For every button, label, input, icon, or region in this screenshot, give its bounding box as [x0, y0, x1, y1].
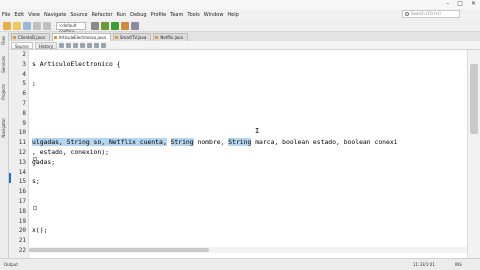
side-panel-tabs: Files Services Projects Navigator	[0, 32, 9, 258]
editor-subtabs: Source History	[9, 41, 480, 50]
window-controls: – □ ✕	[446, 0, 476, 7]
text-cursor-icon: I	[255, 127, 260, 135]
search-icon	[405, 12, 409, 16]
minimize-icon[interactable]: –	[446, 0, 449, 7]
menu-edit[interactable]: Edit	[14, 12, 24, 18]
search-placeholder: Search (Ctrl+I)	[411, 11, 441, 16]
line-number: 11	[18, 139, 26, 147]
run-icon[interactable]	[111, 21, 119, 30]
line-number: 3	[22, 60, 26, 68]
config-select[interactable]: <default config>	[56, 21, 86, 34]
menu-profile[interactable]: Profile	[151, 12, 167, 18]
output-label[interactable]: Output	[4, 262, 18, 267]
line-number: 22	[18, 247, 26, 254]
clean-build-icon[interactable]	[101, 21, 109, 30]
file-tab-articuloelectronico[interactable]: ArticuloElectronico.java	[51, 33, 111, 41]
new-project-icon[interactable]	[3, 21, 11, 30]
side-tab-projects[interactable]: Projects	[1, 84, 6, 100]
line-number-gutter: 2 3 4 5 6 7 8 9 10 11 12 13 14 15 16 17 18 19 20 21 22	[9, 50, 37, 258]
menu-debug[interactable]: Debug	[130, 12, 146, 18]
line-number: 16	[18, 188, 26, 196]
code-line: s ArticuloElectronico {	[32, 59, 121, 68]
build-icon[interactable]	[91, 21, 99, 30]
save-all-icon[interactable]	[23, 21, 31, 30]
menu-source[interactable]: Source	[70, 12, 87, 18]
find-icon[interactable]	[72, 42, 78, 48]
code-line: gadas;	[32, 157, 56, 166]
insert-mode: INS	[455, 262, 462, 267]
line-number: 7	[22, 100, 26, 107]
shift-left-icon[interactable]	[86, 42, 92, 48]
search-input[interactable]: Search (Ctrl+I)	[402, 10, 460, 18]
line-number: 19	[18, 217, 26, 225]
line-number: 20	[18, 227, 26, 235]
line-number: 8	[22, 109, 26, 117]
line-number: 12	[18, 149, 26, 156]
file-tab-clientec[interactable]: ClienteD.java	[11, 33, 50, 41]
forward-icon[interactable]	[65, 42, 71, 48]
code-line: , estado, conexion);	[32, 148, 109, 156]
side-tab-navigator[interactable]: Navigator	[1, 118, 6, 138]
code-text: nombre,	[193, 138, 229, 147]
code-editor[interactable]: ulgadas, String so, Netflix cuenta, Stri…	[29, 50, 467, 258]
menu-help[interactable]: Help	[227, 12, 238, 18]
code-line: s;	[32, 177, 40, 186]
menu-view[interactable]: View	[28, 12, 40, 18]
selected-text: ulgadas, String so, Netflix cuenta,	[32, 138, 167, 147]
code-line-11: ulgadas, String so, Netflix cuenta, Stri…	[32, 138, 398, 147]
side-tab-files[interactable]: Files	[1, 36, 6, 45]
open-project-icon[interactable]	[13, 21, 21, 30]
redo-icon[interactable]	[43, 21, 51, 30]
menu-refactor[interactable]: Refactor	[92, 12, 113, 18]
code-line: x();	[32, 226, 48, 235]
undo-icon[interactable]	[33, 21, 41, 30]
scrollbar-thumb[interactable]	[29, 248, 209, 252]
comment-icon[interactable]	[100, 42, 106, 48]
line-number: 21	[18, 237, 26, 245]
toggle-bookmark-icon[interactable]	[79, 42, 85, 48]
status-bar: Output 11:33/1:01 INS	[0, 258, 480, 270]
selected-text: String	[170, 138, 194, 147]
menu-navigate[interactable]: Navigate	[44, 12, 66, 18]
line-number: 18	[18, 207, 26, 215]
code-text: marca, boolean estado, boolean conexi	[251, 138, 398, 147]
selected-text: String	[228, 138, 252, 147]
toolbar: <default config>	[0, 20, 480, 34]
line-number: 9	[22, 119, 26, 127]
profile-icon[interactable]	[131, 21, 139, 30]
line-number: 4	[22, 70, 26, 78]
menu-run[interactable]: Run	[117, 12, 127, 18]
menu-window[interactable]: Window	[204, 12, 224, 18]
side-tab-services[interactable]: Services	[1, 56, 6, 73]
code-line: ;	[32, 79, 36, 88]
debug-icon[interactable]	[121, 21, 129, 30]
shift-right-icon[interactable]	[93, 42, 99, 48]
line-number: 2	[22, 51, 26, 58]
scrollbar-thumb[interactable]	[470, 64, 478, 134]
title-bar: – □ ✕	[0, 0, 480, 9]
editor-file-tabs: ClienteD.java ArticuloElectronico.java S…	[9, 32, 480, 41]
file-tab-netflix[interactable]: Netflix.java	[153, 33, 188, 41]
line-number: 10	[18, 129, 26, 137]
line-number: 14	[18, 168, 26, 176]
tab-source[interactable]: Source	[11, 41, 33, 49]
back-icon[interactable]	[58, 42, 64, 48]
menu-file[interactable]: File	[2, 12, 10, 18]
vertical-scrollbar[interactable]	[467, 50, 480, 258]
line-number: 15	[18, 178, 26, 186]
maximize-icon[interactable]: □	[457, 0, 463, 7]
close-icon[interactable]: ✕	[471, 0, 476, 7]
tab-history[interactable]: History	[34, 41, 57, 49]
line-number: 17	[18, 198, 26, 205]
cursor-position: 11:33/1:01	[413, 262, 435, 267]
horizontal-scrollbar[interactable]	[29, 247, 467, 253]
line-number: 5	[22, 80, 26, 88]
menu-tools[interactable]: Tools	[187, 12, 199, 18]
line-number: 13	[18, 158, 26, 166]
file-tab-smarttv[interactable]: SmartTV.java	[112, 33, 152, 41]
line-number: 6	[22, 90, 26, 98]
menu-team[interactable]: Team	[170, 12, 183, 18]
